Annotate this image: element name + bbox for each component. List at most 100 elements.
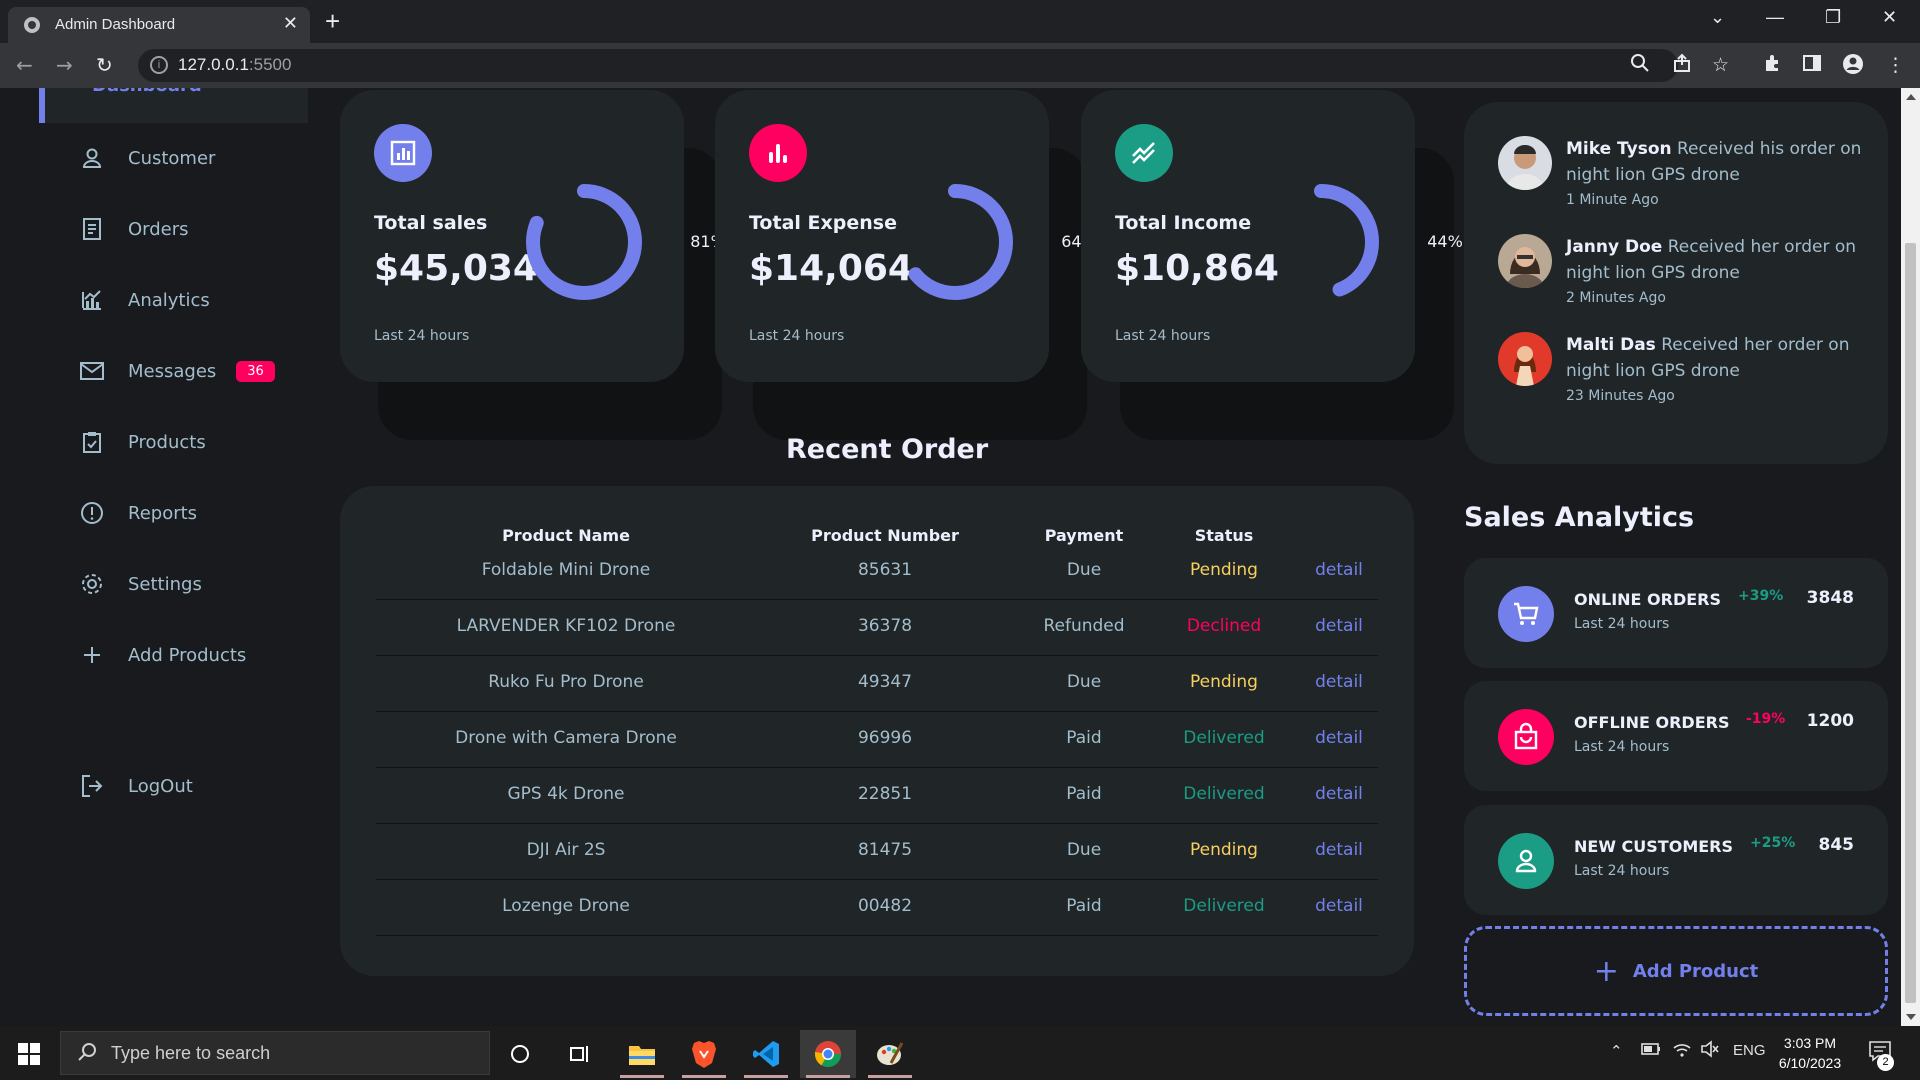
table-row: DJI Air 2S 81475 Due Pending detail [376, 824, 1378, 880]
profile-icon[interactable] [1842, 53, 1864, 81]
back-icon[interactable]: ← [16, 53, 33, 77]
payment-cell: Due [1066, 840, 1102, 860]
detail-link[interactable]: detail [1294, 560, 1384, 580]
card-title: Total Expense [749, 212, 897, 234]
analytics-value: 3848 [1806, 588, 1854, 608]
analytics-subtitle: Last 24 hours [1574, 739, 1670, 755]
clock-date: 6/10/2023 [1778, 1055, 1842, 1071]
column-header: Product Number [811, 526, 959, 545]
product-number-cell: 22851 [857, 784, 913, 804]
windows-start-icon[interactable] [18, 1043, 40, 1065]
sidebar-item-reports[interactable]: Reports [78, 498, 197, 528]
forward-icon[interactable]: → [56, 53, 73, 77]
page-scrollbar[interactable] [1901, 88, 1920, 1026]
mail-icon [78, 357, 106, 385]
url-text[interactable]: 127.0.0.1:5500 [178, 55, 291, 75]
dashboard-page: Dashboard Customer Orders Analytics Mess… [0, 88, 1901, 1026]
product-number-cell: 49347 [857, 672, 913, 692]
analytics-title: NEW CUSTOMERS [1574, 837, 1734, 856]
language-indicator[interactable]: ENG [1733, 1042, 1766, 1059]
sidebar-item-settings[interactable]: Settings [78, 569, 202, 599]
share-icon[interactable] [1672, 53, 1692, 79]
sidebar-item-messages[interactable]: Messages 36 [78, 356, 275, 386]
table-row: Ruko Fu Pro Drone 49347 Due Pending detail [376, 656, 1378, 712]
scrollbar-thumb[interactable] [1905, 243, 1916, 1003]
paint-icon[interactable] [862, 1030, 918, 1078]
sidebar-item-label: Messages [128, 360, 217, 382]
address-bar[interactable]: i 127.0.0.1:5500 [138, 49, 1678, 82]
sidebar-item-label: Add Products [128, 644, 247, 666]
scroll-down-icon[interactable] [1906, 1014, 1916, 1020]
product-number-cell: 85631 [857, 560, 913, 580]
add-product-button[interactable]: + Add Product [1464, 926, 1888, 1016]
sidebar-item-products[interactable]: Products [78, 427, 206, 457]
product-number-cell: 96996 [857, 728, 913, 748]
battery-icon[interactable] [1640, 1040, 1662, 1062]
sidebar-item-label: Analytics [128, 289, 210, 311]
person-icon [78, 144, 106, 172]
brave-browser-icon[interactable] [676, 1030, 732, 1078]
new-customers-card[interactable]: NEW CUSTOMERS Last 24 hours +25% 845 [1464, 805, 1888, 915]
detail-link[interactable]: detail [1294, 896, 1384, 916]
detail-link[interactable]: detail [1294, 672, 1384, 692]
product-name-cell: DJI Air 2S [526, 840, 606, 860]
sales-analytics-title: Sales Analytics [1464, 502, 1695, 533]
sidebar-item-orders[interactable]: Orders [78, 214, 189, 244]
new-tab-button[interactable]: + [325, 6, 340, 36]
browser-tab[interactable]: Admin Dashboard ✕ [8, 7, 310, 43]
product-name-cell: GPS 4k Drone [507, 784, 625, 804]
file-explorer-icon[interactable] [614, 1030, 670, 1078]
minimize-icon[interactable]: — [1766, 7, 1784, 28]
detail-link[interactable]: detail [1294, 616, 1384, 636]
reload-icon[interactable]: ↻ [96, 53, 113, 77]
site-info-icon[interactable]: i [150, 56, 168, 74]
sidebar-item-logout[interactable]: LogOut [78, 771, 193, 801]
taskbar-clock[interactable]: 3:03 PM 6/10/2023 [1770, 1033, 1850, 1073]
extensions-icon[interactable] [1762, 53, 1782, 79]
side-panel-icon[interactable] [1802, 53, 1822, 79]
receipt-icon [78, 215, 106, 243]
total-expense-card: Total Expense $14,064 Last 24 hours 64% [715, 90, 1097, 382]
detail-link[interactable]: detail [1294, 784, 1384, 804]
trend-icon [1115, 124, 1173, 182]
wifi-icon[interactable] [1672, 1040, 1692, 1062]
online-orders-card[interactable]: ONLINE ORDERS Last 24 hours +39% 3848 [1464, 558, 1888, 668]
payment-cell: Paid [1066, 728, 1102, 748]
avatar [1498, 234, 1552, 288]
zoom-icon[interactable] [1630, 53, 1650, 79]
menu-kebab-icon[interactable]: ⋮ [1886, 53, 1905, 77]
progress-ring: 81% [522, 180, 726, 304]
detail-link[interactable]: detail [1294, 840, 1384, 860]
sidebar-item-analytics[interactable]: Analytics [78, 285, 210, 315]
chrome-icon[interactable] [800, 1030, 856, 1078]
tab-search-icon[interactable]: ⌄ [1710, 7, 1725, 28]
analytics-value: 845 [1818, 835, 1855, 855]
cart-icon [1498, 586, 1554, 642]
volume-muted-icon[interactable] [1700, 1040, 1720, 1062]
card-amount: $14,064 [749, 248, 913, 289]
table-row: Drone with Camera Drone 96996 Paid Delivere… [376, 712, 1378, 768]
status-cell: Delivered [1183, 784, 1265, 804]
cortana-icon[interactable] [492, 1030, 548, 1078]
show-hidden-icons-icon[interactable]: ⌃ [1610, 1042, 1623, 1060]
status-cell: Pending [1190, 840, 1258, 860]
logout-icon [78, 772, 106, 800]
update-time: 2 Minutes Ago [1566, 290, 1666, 306]
close-tab-icon[interactable]: ✕ [283, 13, 298, 34]
taskbar-search-box[interactable]: Type here to search [60, 1031, 490, 1075]
offline-orders-card[interactable]: OFFLINE ORDERS Last 24 hours -19% 1200 [1464, 681, 1888, 791]
scroll-up-icon[interactable] [1906, 94, 1916, 100]
payment-cell: Paid [1066, 784, 1102, 804]
sidebar-item-add-products[interactable]: Add Products [78, 640, 246, 670]
bookmark-star-icon[interactable]: ☆ [1712, 53, 1729, 77]
analytics-icon [78, 286, 106, 314]
detail-link[interactable]: detail [1294, 728, 1384, 748]
vscode-icon[interactable] [738, 1030, 794, 1078]
sidebar-item-customer[interactable]: Customer [78, 143, 215, 173]
add-product-label: Add Product [1632, 960, 1759, 982]
progress-arc [897, 184, 1013, 300]
close-window-icon[interactable]: ✕ [1882, 7, 1897, 28]
task-view-icon[interactable] [552, 1030, 608, 1078]
status-cell: Pending [1190, 672, 1258, 692]
restore-icon[interactable]: ❐ [1825, 7, 1841, 28]
